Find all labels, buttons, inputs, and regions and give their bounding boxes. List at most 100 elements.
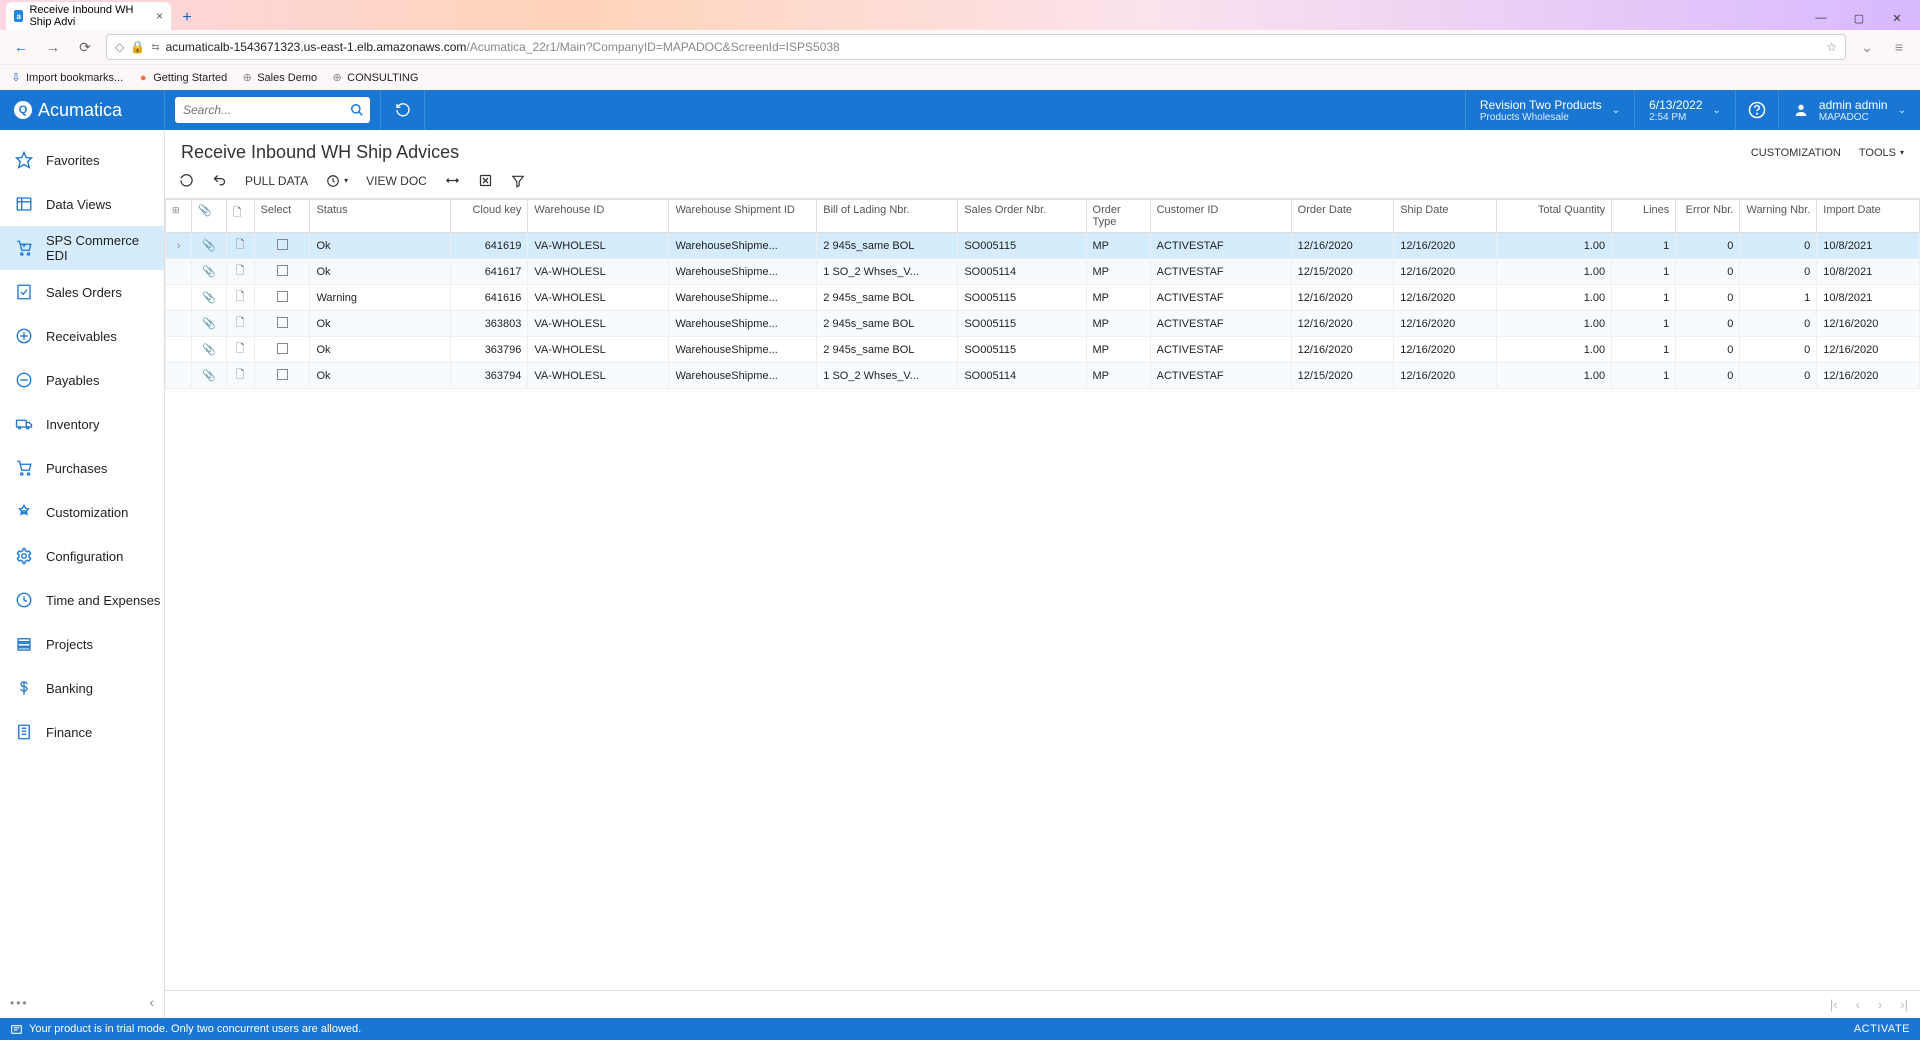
cell[interactable] bbox=[166, 285, 192, 311]
cell[interactable]: 🗋 bbox=[226, 363, 254, 389]
cell[interactable]: 🗋 bbox=[226, 285, 254, 311]
sidebar-item-projects[interactable]: Projects bbox=[0, 622, 164, 666]
doc-icon[interactable]: 🗋 bbox=[236, 369, 245, 381]
cell[interactable] bbox=[254, 363, 310, 389]
process-menu[interactable]: ▾ bbox=[326, 174, 348, 188]
bookmark-import[interactable]: ⇩Import bookmarks... bbox=[10, 72, 123, 84]
select-checkbox[interactable] bbox=[277, 239, 288, 250]
cell[interactable]: 📎 bbox=[192, 311, 226, 337]
column-header[interactable]: Warehouse ID bbox=[528, 200, 669, 233]
prev-page-icon[interactable]: ‹ bbox=[1856, 997, 1860, 1012]
column-header[interactable]: ⊞ bbox=[166, 200, 192, 233]
undo-button[interactable] bbox=[212, 173, 227, 188]
filter-button[interactable] bbox=[511, 174, 525, 188]
select-checkbox[interactable] bbox=[277, 369, 288, 380]
browser-tab[interactable]: a Receive Inbound WH Ship Advi × bbox=[6, 2, 171, 30]
bookmark-getting-started[interactable]: ●Getting Started bbox=[137, 72, 227, 84]
bookmark-sales-demo[interactable]: ⊕Sales Demo bbox=[241, 72, 317, 84]
cell[interactable] bbox=[166, 311, 192, 337]
select-checkbox[interactable] bbox=[277, 265, 288, 276]
datetime-display[interactable]: 6/13/2022 2:54 PM ⌄ bbox=[1634, 90, 1735, 130]
cell[interactable] bbox=[166, 363, 192, 389]
view-doc-button[interactable]: VIEW DOC bbox=[366, 174, 427, 188]
pocket-icon[interactable]: ⌄ bbox=[1856, 36, 1878, 58]
table-row[interactable]: 📎🗋Warning641616VA-WHOLESLWarehouseShipme… bbox=[166, 285, 1920, 311]
sidebar-item-sales-orders[interactable]: Sales Orders bbox=[0, 270, 164, 314]
sidebar-item-receivables[interactable]: Receivables bbox=[0, 314, 164, 358]
activate-link[interactable]: ACTIVATE bbox=[1854, 1023, 1910, 1035]
sidebar-item-time-and-expenses[interactable]: Time and Expenses bbox=[0, 578, 164, 622]
sidebar-item-banking[interactable]: Banking bbox=[0, 666, 164, 710]
cell[interactable]: 📎 bbox=[192, 233, 226, 259]
select-checkbox[interactable] bbox=[277, 291, 288, 302]
column-header[interactable]: Warning Nbr. bbox=[1740, 200, 1817, 233]
maximize-icon[interactable]: ▢ bbox=[1840, 6, 1878, 30]
column-header[interactable]: 🗋 bbox=[226, 200, 254, 233]
tab-close-icon[interactable]: × bbox=[156, 9, 163, 23]
permissions-icon[interactable]: ⇆ bbox=[151, 42, 159, 53]
sidebar-item-finance[interactable]: Finance bbox=[0, 710, 164, 754]
next-page-icon[interactable]: › bbox=[1878, 997, 1882, 1012]
table-row[interactable]: 📎🗋Ok641617VA-WHOLESLWarehouseShipme...1 … bbox=[166, 259, 1920, 285]
cell[interactable] bbox=[254, 337, 310, 363]
cell[interactable] bbox=[166, 259, 192, 285]
refresh-button[interactable] bbox=[381, 90, 425, 130]
column-header[interactable]: Customer ID bbox=[1150, 200, 1291, 233]
table-row[interactable]: 📎🗋Ok363794VA-WHOLESLWarehouseShipme...1 … bbox=[166, 363, 1920, 389]
cell[interactable] bbox=[254, 285, 310, 311]
clip-icon[interactable]: 📎 bbox=[202, 240, 216, 252]
column-header[interactable]: Warehouse Shipment ID bbox=[669, 200, 817, 233]
forward-icon[interactable]: → bbox=[42, 36, 64, 58]
column-header[interactable]: 📎 bbox=[192, 200, 226, 233]
cell[interactable]: › bbox=[166, 233, 192, 259]
sidebar-item-configuration[interactable]: Configuration bbox=[0, 534, 164, 578]
table-row[interactable]: 📎🗋Ok363796VA-WHOLESLWarehouseShipme...2 … bbox=[166, 337, 1920, 363]
column-header[interactable]: Lines bbox=[1612, 200, 1676, 233]
table-row[interactable]: 📎🗋Ok363803VA-WHOLESLWarehouseShipme...2 … bbox=[166, 311, 1920, 337]
brand-logo[interactable]: Q Acumatica bbox=[0, 90, 165, 130]
column-header[interactable]: Sales Order Nbr. bbox=[958, 200, 1086, 233]
shield-icon[interactable]: ◇ bbox=[115, 40, 124, 54]
cell[interactable] bbox=[254, 233, 310, 259]
search-input[interactable] bbox=[175, 97, 370, 123]
sidebar-item-favorites[interactable]: Favorites bbox=[0, 138, 164, 182]
first-page-icon[interactable]: |‹ bbox=[1830, 997, 1838, 1012]
column-header[interactable]: Ship Date bbox=[1394, 200, 1497, 233]
cell[interactable]: 📎 bbox=[192, 363, 226, 389]
search-icon[interactable] bbox=[344, 97, 370, 123]
pull-data-button[interactable]: PULL DATA bbox=[245, 174, 308, 188]
doc-icon[interactable]: 🗋 bbox=[236, 343, 245, 355]
column-header[interactable]: Error Nbr. bbox=[1676, 200, 1740, 233]
cell[interactable]: 📎 bbox=[192, 337, 226, 363]
cell[interactable]: 🗋 bbox=[226, 259, 254, 285]
user-menu[interactable]: admin admin MAPADOC ⌄ bbox=[1778, 90, 1920, 130]
cell[interactable] bbox=[254, 259, 310, 285]
doc-icon[interactable]: 🗋 bbox=[236, 239, 245, 251]
select-checkbox[interactable] bbox=[277, 343, 288, 354]
column-header[interactable]: Select bbox=[254, 200, 310, 233]
clip-icon[interactable]: 📎 bbox=[202, 370, 216, 382]
export-button[interactable] bbox=[478, 173, 493, 188]
lock-icon[interactable]: 🔒 bbox=[130, 40, 145, 54]
sidebar-collapse-icon[interactable]: ‹ bbox=[149, 994, 154, 1010]
column-header[interactable]: Total Quantity bbox=[1496, 200, 1611, 233]
business-account-selector[interactable]: Revision Two Products Products Wholesale… bbox=[1465, 90, 1634, 130]
address-bar[interactable]: ◇ 🔒 ⇆ acumaticalb-1543671323.us-east-1.e… bbox=[106, 34, 1846, 60]
column-header[interactable]: Order Date bbox=[1291, 200, 1394, 233]
sidebar-item-data-views[interactable]: Data Views bbox=[0, 182, 164, 226]
doc-icon[interactable]: 🗋 bbox=[236, 291, 245, 303]
cell[interactable]: 📎 bbox=[192, 259, 226, 285]
column-header[interactable]: Bill of Lading Nbr. bbox=[817, 200, 958, 233]
bookmark-star-icon[interactable]: ☆ bbox=[1826, 40, 1837, 54]
clip-icon[interactable]: 📎 bbox=[202, 344, 216, 356]
sidebar-item-inventory[interactable]: Inventory bbox=[0, 402, 164, 446]
sidebar-item-customization[interactable]: Customization bbox=[0, 490, 164, 534]
bookmark-consulting[interactable]: ⊕CONSULTING bbox=[331, 72, 418, 84]
sidebar-item-sps-commerce-edi[interactable]: SPS Commerce EDI bbox=[0, 226, 164, 270]
table-row[interactable]: ›📎🗋Ok641619VA-WHOLESLWarehouseShipme...2… bbox=[166, 233, 1920, 259]
cell[interactable]: 🗋 bbox=[226, 233, 254, 259]
sidebar-item-purchases[interactable]: Purchases bbox=[0, 446, 164, 490]
clip-icon[interactable]: 📎 bbox=[202, 318, 216, 330]
cancel-button[interactable] bbox=[179, 173, 194, 188]
back-icon[interactable]: ← bbox=[10, 36, 32, 58]
